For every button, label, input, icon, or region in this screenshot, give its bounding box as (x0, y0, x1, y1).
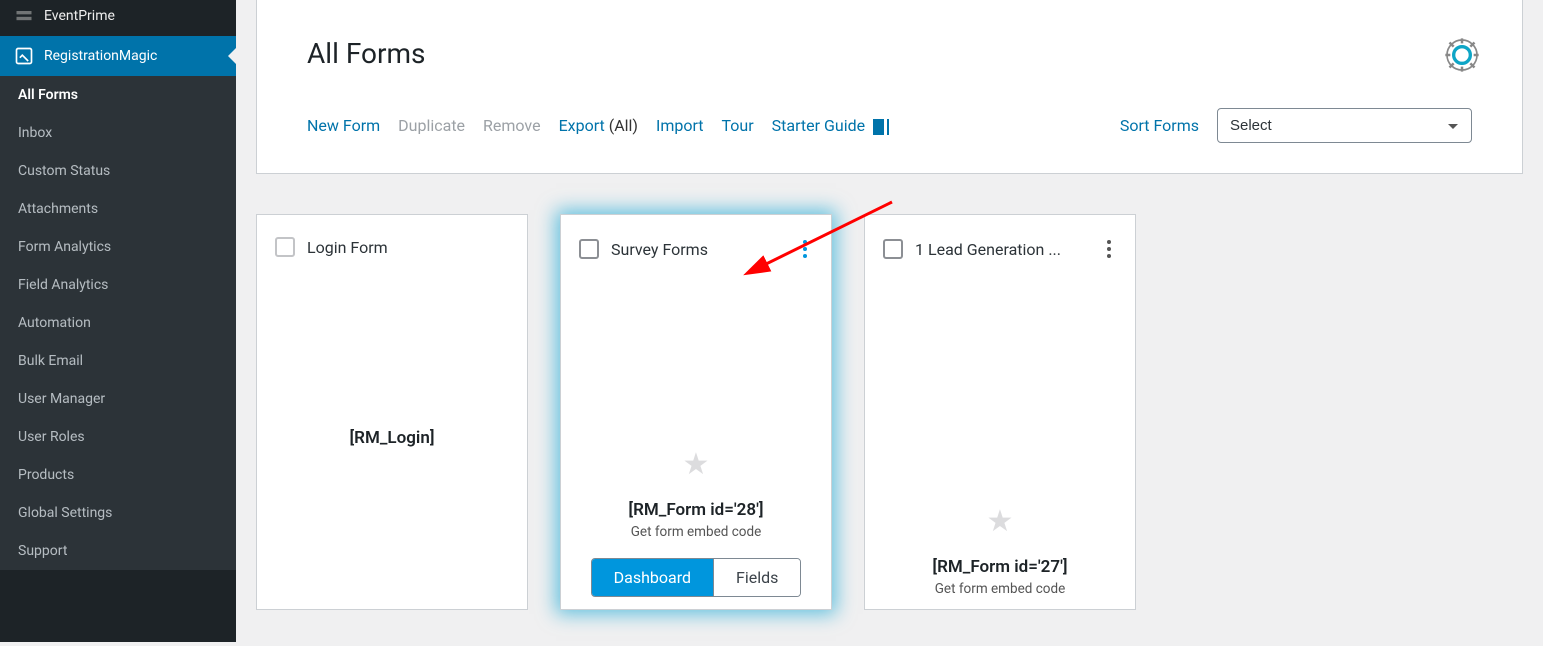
sidebar-sub-all-forms[interactable]: All Forms (0, 76, 236, 114)
sort-forms-select[interactable]: Select (1217, 108, 1472, 143)
form-cards: Login Form [RM_Login] Survey Forms ★ [RM… (256, 214, 1523, 610)
sidebar-sub-attachments[interactable]: Attachments (0, 190, 236, 228)
embed-hint[interactable]: Get form embed code (935, 581, 1066, 597)
shortcode-text: [RM_Form id='27'] (932, 557, 1067, 577)
sidebar-sub-custom-status[interactable]: Custom Status (0, 152, 236, 190)
export-all-suffix: (All) (609, 116, 638, 135)
fields-button[interactable]: Fields (713, 559, 800, 596)
sort-forms-label: Sort Forms (1120, 116, 1199, 135)
form-card-login[interactable]: Login Form [RM_Login] (256, 214, 528, 610)
sidebar-sub-field-analytics[interactable]: Field Analytics (0, 266, 236, 304)
registrationmagic-icon (14, 46, 34, 66)
embed-hint[interactable]: Get form embed code (631, 524, 762, 540)
gear-icon[interactable] (1442, 35, 1482, 75)
kebab-menu-icon[interactable] (1099, 237, 1119, 261)
sidebar-plugin-eventprime[interactable]: EventPrime (0, 0, 236, 36)
eventprime-icon (14, 6, 34, 26)
sidebar-sub-user-manager[interactable]: User Manager (0, 380, 236, 418)
import-link[interactable]: Import (656, 116, 704, 135)
star-icon[interactable]: ★ (683, 447, 710, 482)
sidebar-sub-form-analytics[interactable]: Form Analytics (0, 228, 236, 266)
card-checkbox[interactable] (883, 239, 903, 259)
sidebar-sub-inbox[interactable]: Inbox (0, 114, 236, 152)
toolbar: New Form Duplicate Remove Export (All) I… (307, 108, 1472, 143)
star-icon[interactable]: ★ (987, 504, 1014, 539)
form-card-survey[interactable]: Survey Forms ★ [RM_Form id='28'] Get for… (560, 214, 832, 610)
kebab-menu-icon[interactable] (795, 237, 815, 261)
shortcode-text: [RM_Form id='28'] (628, 500, 763, 520)
card-checkbox[interactable] (579, 239, 599, 259)
sidebar-plugin-label: RegistrationMagic (44, 48, 157, 64)
sidebar-sub-support[interactable]: Support (0, 532, 236, 570)
book-icon (873, 119, 889, 135)
card-title: Survey Forms (611, 240, 783, 259)
new-form-link[interactable]: New Form (307, 116, 380, 135)
starter-guide-link[interactable]: Starter Guide (772, 116, 865, 135)
dashboard-button[interactable]: Dashboard (592, 559, 713, 596)
remove-link: Remove (483, 116, 541, 135)
sidebar-sub-global-settings[interactable]: Global Settings (0, 494, 236, 532)
tour-link[interactable]: Tour (722, 116, 754, 135)
page-title: All Forms (307, 37, 1472, 70)
sidebar-sub-products[interactable]: Products (0, 456, 236, 494)
sidebar-sub-user-roles[interactable]: User Roles (0, 418, 236, 456)
export-link[interactable]: Export (559, 116, 605, 135)
card-button-group: Dashboard Fields (591, 558, 802, 597)
duplicate-link: Duplicate (398, 116, 465, 135)
header-panel: All Forms New Form Duplicate Remove Expo… (256, 0, 1523, 174)
sidebar-plugin-label: EventPrime (44, 8, 115, 24)
sidebar-sub-automation[interactable]: Automation (0, 304, 236, 342)
card-title: 1 Lead Generation ... (915, 240, 1087, 259)
main-content: All Forms New Form Duplicate Remove Expo… (236, 0, 1543, 642)
sidebar-sub-bulk-email[interactable]: Bulk Email (0, 342, 236, 380)
admin-sidebar: EventPrime RegistrationMagic All Forms I… (0, 0, 236, 642)
sidebar-plugin-registrationmagic[interactable]: RegistrationMagic (0, 36, 236, 76)
card-checkbox[interactable] (275, 237, 295, 257)
shortcode-text: [RM_Login] (350, 428, 435, 448)
card-title: Login Form (307, 238, 511, 257)
form-card-lead-generation[interactable]: 1 Lead Generation ... ★ [RM_Form id='27'… (864, 214, 1136, 610)
